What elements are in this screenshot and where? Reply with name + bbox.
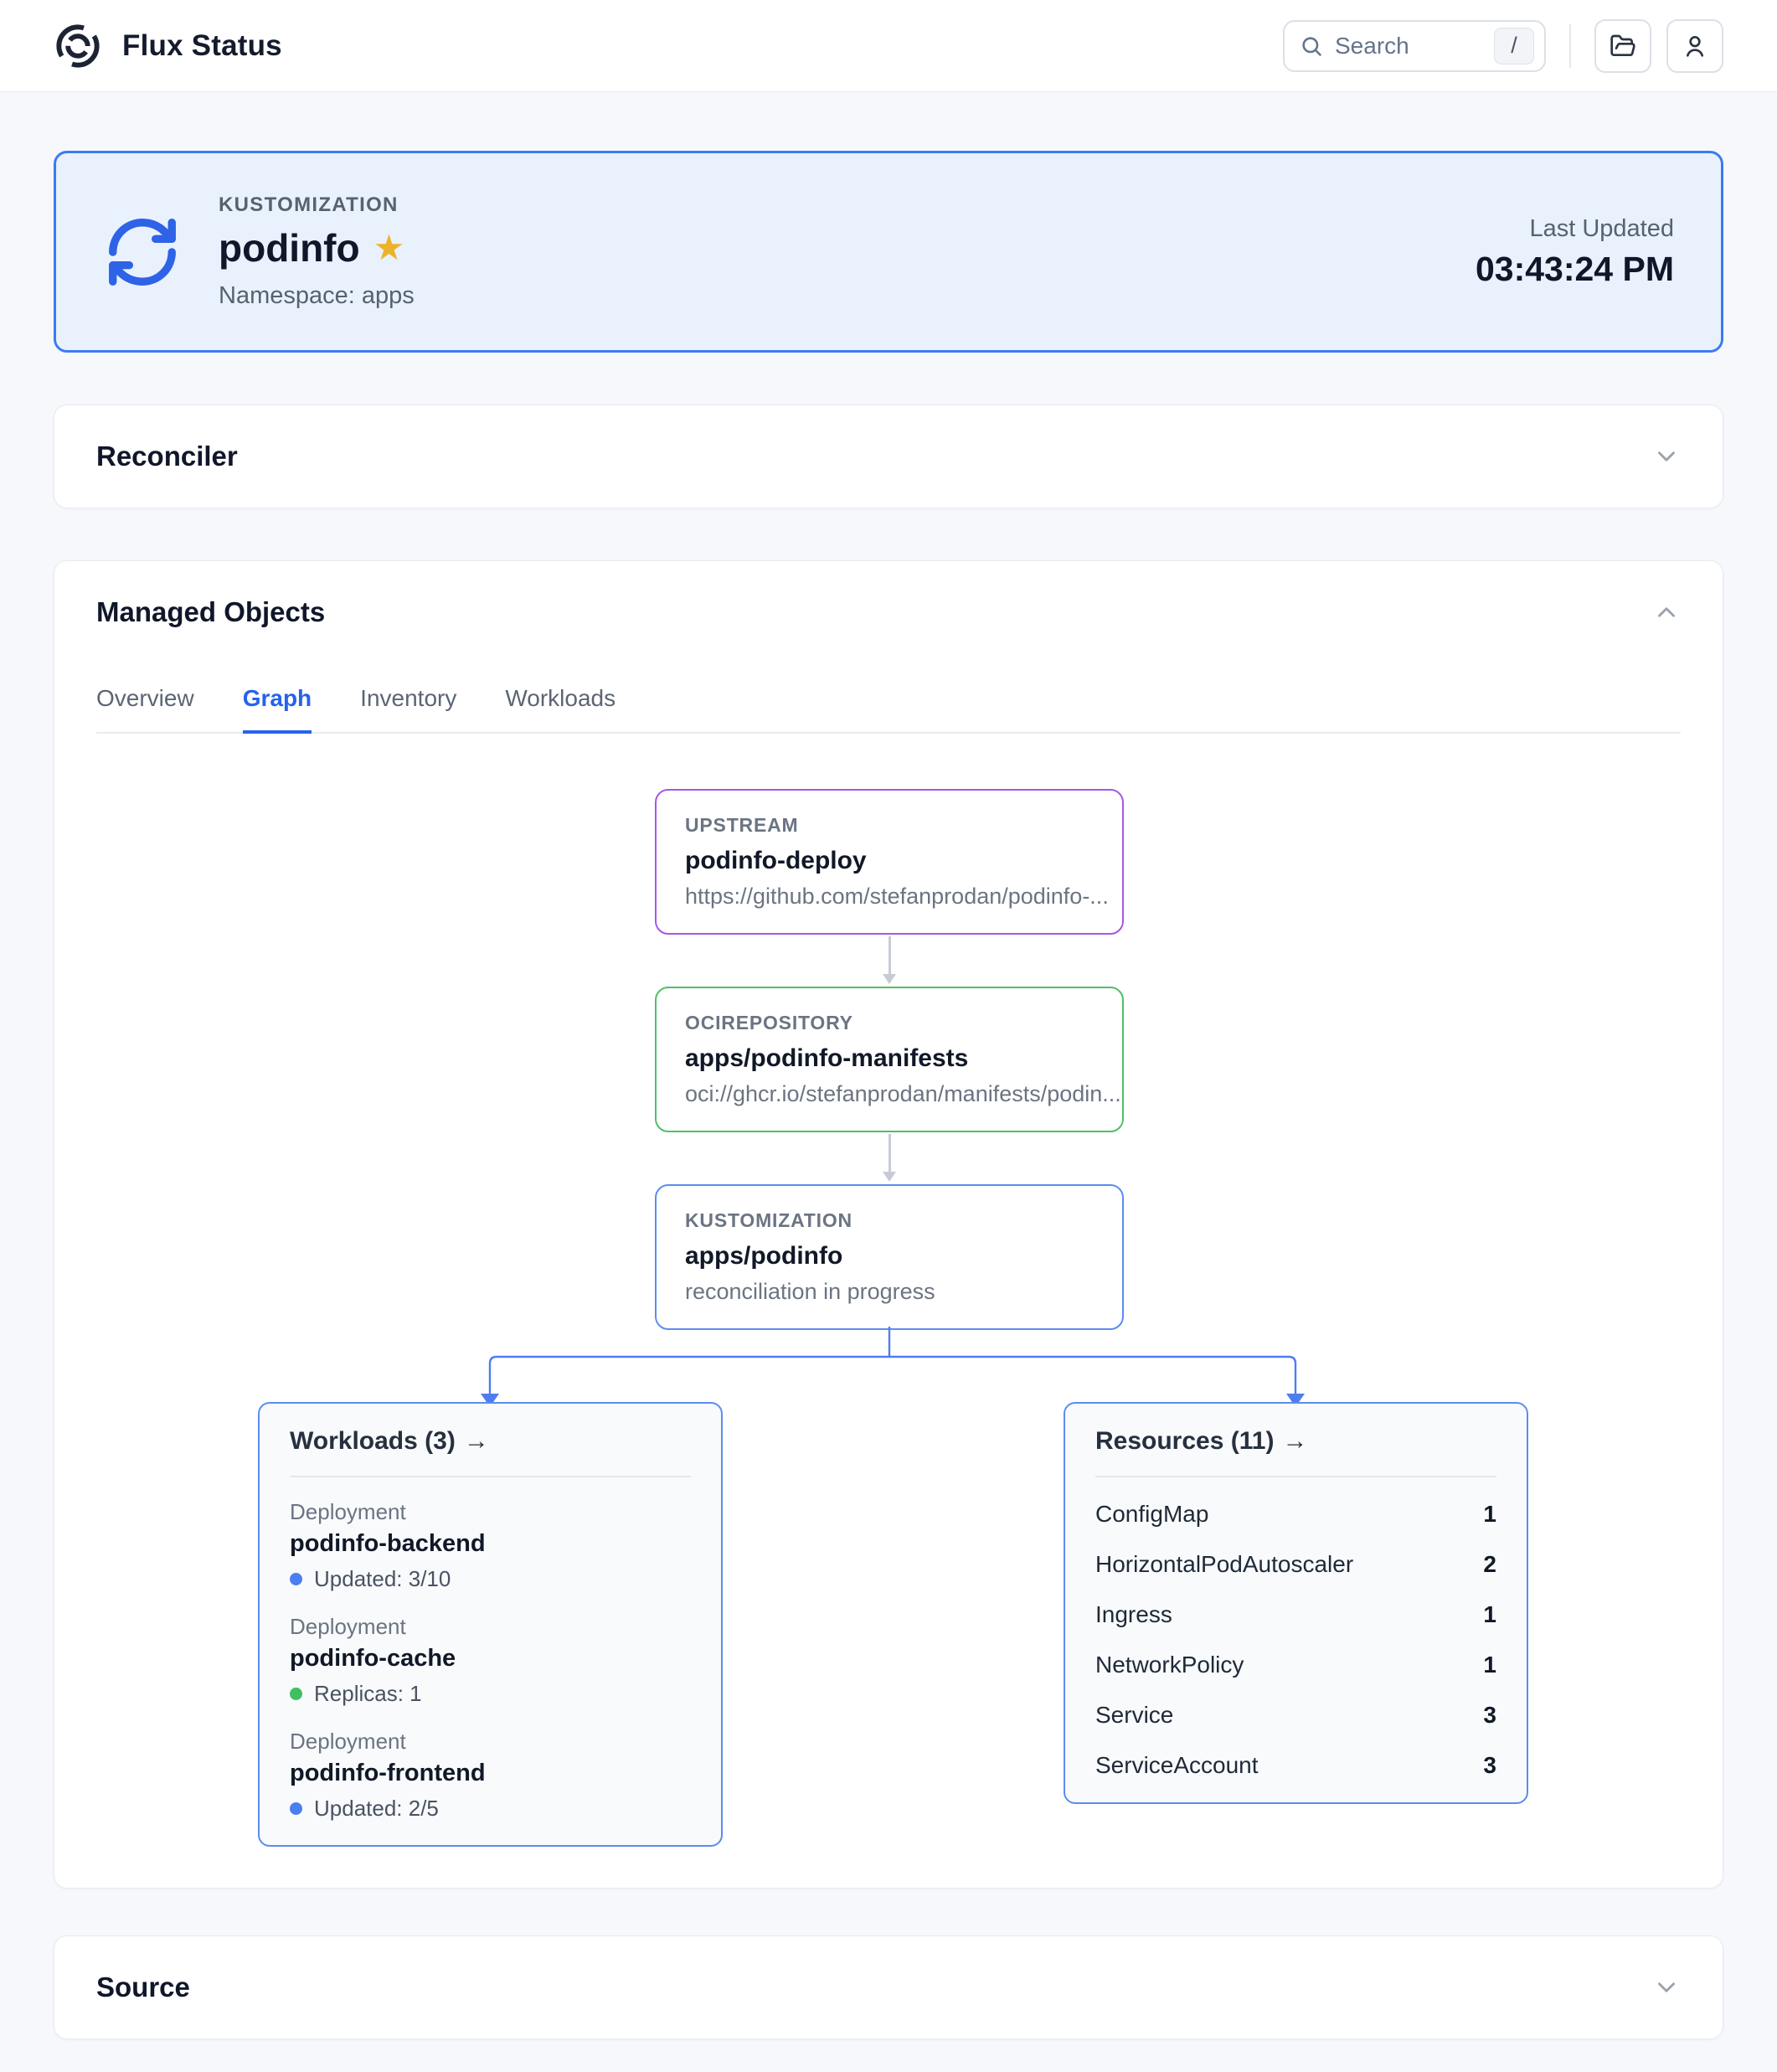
divider: [1095, 1476, 1496, 1477]
status-dot: [290, 1573, 302, 1585]
brand: Flux Status: [54, 22, 282, 70]
resource-row: Service 3: [1095, 1702, 1496, 1729]
search-input[interactable]: [1335, 33, 1482, 59]
resource-kind: ConfigMap: [1095, 1501, 1208, 1528]
workload-kind: Deployment: [290, 1499, 691, 1525]
resource-kind: Ingress: [1095, 1601, 1172, 1628]
node-kind: OCIREPOSITORY: [685, 1012, 1094, 1034]
status-dot: [290, 1802, 302, 1815]
graph-node-upstream[interactable]: UPSTREAM podinfo-deploy https://github.c…: [655, 789, 1124, 935]
resource-kind: Service: [1095, 1702, 1173, 1729]
source-title: Source: [96, 1971, 190, 2003]
source-header[interactable]: Source: [54, 1936, 1723, 2038]
node-detail: reconciliation in progress: [685, 1279, 1094, 1305]
node-name: podinfo-deploy: [685, 847, 1094, 875]
resource-count: 3: [1483, 1702, 1496, 1729]
resource-kind: HorizontalPodAutoscaler: [1095, 1551, 1353, 1578]
resource-row: NetworkPolicy 1: [1095, 1652, 1496, 1678]
top-bar: Flux Status /: [0, 0, 1777, 92]
resources-title: Resources (11): [1095, 1427, 1274, 1455]
node-detail: https://github.com/stefanprodan/podinfo-…: [685, 884, 1094, 910]
namespace-label: Namespace: apps: [219, 282, 415, 310]
node-kind: UPSTREAM: [685, 814, 1094, 837]
user-icon: [1682, 33, 1708, 59]
folder-icon: [1610, 33, 1636, 59]
resource-kind: ServiceAccount: [1095, 1752, 1259, 1779]
workload-item: Deployment podinfo-cache Replicas: 1: [290, 1614, 691, 1707]
workload-item: Deployment podinfo-frontend Updated: 2/5: [290, 1729, 691, 1822]
resource-row: HorizontalPodAutoscaler 2: [1095, 1551, 1496, 1578]
graph-node-ocirepository[interactable]: OCIREPOSITORY apps/podinfo-manifests oci…: [655, 987, 1124, 1132]
resources-link[interactable]: Resources (11) →: [1095, 1427, 1496, 1456]
tab-graph[interactable]: Graph: [243, 685, 312, 734]
resource-count: 1: [1483, 1601, 1496, 1628]
resource-count: 1: [1483, 1501, 1496, 1528]
kustomization-hero-card: KUSTOMIZATION podinfo ★ Namespace: apps …: [54, 151, 1723, 353]
chevron-down-icon[interactable]: [1652, 442, 1681, 471]
workloads-title: Workloads (3): [290, 1427, 456, 1455]
workload-kind: Deployment: [290, 1729, 691, 1755]
resource-kind: NetworkPolicy: [1095, 1652, 1244, 1678]
workload-status: Updated: 3/10: [314, 1566, 451, 1592]
last-updated-label: Last Updated: [1476, 215, 1674, 243]
chevron-down-icon[interactable]: [1652, 1973, 1681, 2002]
node-detail: oci://ghcr.io/stefanprodan/manifests/pod…: [685, 1081, 1094, 1107]
arrow-right-icon: →: [464, 1427, 489, 1455]
reconciler-section: Reconciler: [54, 405, 1723, 508]
resource-row: Ingress 1: [1095, 1601, 1496, 1628]
node-kind: KUSTOMIZATION: [685, 1209, 1094, 1232]
workloads-link[interactable]: Workloads (3) →: [290, 1427, 691, 1456]
node-name: apps/podinfo-manifests: [685, 1044, 1094, 1073]
node-name: apps/podinfo: [685, 1242, 1094, 1271]
workload-item: Deployment podinfo-backend Updated: 3/10: [290, 1499, 691, 1592]
managed-objects-header[interactable]: Managed Objects: [54, 561, 1723, 663]
edge-arrow-down: [888, 936, 891, 975]
search-box[interactable]: /: [1283, 20, 1546, 72]
app-title: Flux Status: [122, 29, 282, 63]
managed-objects-tabs: Overview Graph Inventory Workloads: [96, 685, 1681, 734]
sync-icon: [103, 213, 182, 291]
chevron-up-icon[interactable]: [1652, 598, 1681, 626]
source-section: Source: [54, 1935, 1723, 2039]
resource-count: 2: [1483, 1551, 1496, 1578]
workload-status: Updated: 2/5: [314, 1796, 439, 1822]
workload-status: Replicas: 1: [314, 1681, 422, 1707]
divider: [290, 1476, 691, 1477]
dependency-graph: UPSTREAM podinfo-deploy https://github.c…: [96, 734, 1681, 1848]
workload-name: podinfo-frontend: [290, 1760, 691, 1787]
resource-count: 1: [1483, 1652, 1496, 1678]
branch-connector: [96, 1327, 1682, 1410]
tab-inventory[interactable]: Inventory: [360, 685, 456, 734]
resource-row: ServiceAccount 3: [1095, 1752, 1496, 1779]
edge-arrow-down: [888, 1134, 891, 1173]
search-icon: [1300, 34, 1323, 58]
header-divider: [1569, 24, 1571, 68]
projects-button[interactable]: [1594, 19, 1651, 73]
managed-objects-section: Managed Objects Overview Graph Inventory…: [54, 560, 1723, 1889]
resources-summary-box: Resources (11) → ConfigMap 1 HorizontalPo…: [1064, 1402, 1528, 1804]
status-dot: [290, 1688, 302, 1700]
graph-node-kustomization[interactable]: KUSTOMIZATION apps/podinfo reconciliatio…: [655, 1184, 1124, 1330]
resource-kind-label: KUSTOMIZATION: [219, 193, 415, 217]
tab-overview[interactable]: Overview: [96, 685, 194, 734]
reconciler-title: Reconciler: [96, 441, 238, 472]
workload-name: podinfo-backend: [290, 1530, 691, 1558]
resource-row: ConfigMap 1: [1095, 1501, 1496, 1528]
last-updated-time: 03:43:24 PM: [1476, 250, 1674, 289]
search-shortcut-key: /: [1494, 28, 1534, 64]
favorite-star-icon[interactable]: ★: [373, 230, 405, 265]
account-button[interactable]: [1666, 19, 1723, 73]
workload-name: podinfo-cache: [290, 1645, 691, 1673]
reconciler-header[interactable]: Reconciler: [54, 405, 1723, 508]
workloads-summary-box: Workloads (3) → Deployment podinfo-backen…: [258, 1402, 723, 1847]
flux-logo-icon: [54, 22, 102, 70]
resource-count: 3: [1483, 1752, 1496, 1779]
workload-kind: Deployment: [290, 1614, 691, 1640]
arrow-right-icon: →: [1282, 1427, 1307, 1455]
tab-workloads[interactable]: Workloads: [505, 685, 616, 734]
resource-name: podinfo: [219, 225, 360, 271]
managed-objects-title: Managed Objects: [96, 596, 325, 628]
